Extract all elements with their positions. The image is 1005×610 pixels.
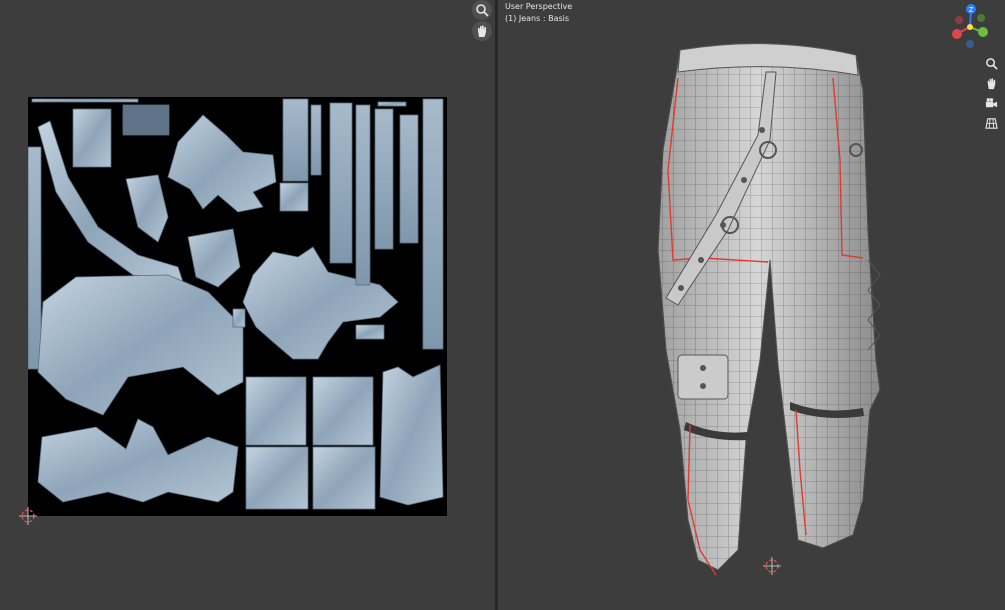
neg-y-axis-handle[interactable]	[977, 14, 985, 22]
uv-island	[232, 308, 246, 328]
z-axis-label: Z	[969, 6, 974, 14]
uv-island	[72, 108, 112, 168]
uv-island	[167, 114, 277, 213]
uv-island	[355, 324, 385, 340]
y-axis-handle[interactable]	[978, 27, 988, 37]
3d-viewport-pane[interactable]: User Perspective (1) Jeans : Basis Z	[498, 0, 1005, 610]
uv-island	[310, 104, 322, 176]
uv-island	[242, 246, 399, 360]
3d-cursor-icon[interactable]	[763, 557, 781, 575]
2d-cursor-icon[interactable]	[19, 507, 37, 525]
uv-island	[379, 364, 444, 506]
neg-x-axis-handle[interactable]	[955, 16, 963, 24]
uv-island	[422, 98, 444, 350]
uv-island	[187, 228, 241, 288]
uv-island	[122, 104, 170, 136]
uv-island	[377, 101, 407, 107]
uv-island	[329, 102, 353, 264]
object-info-label: (1) Jeans : Basis	[505, 14, 570, 23]
uv-island	[282, 98, 309, 182]
uv-island	[245, 376, 307, 446]
view-name-label: User Perspective	[505, 2, 573, 11]
uv-island	[31, 98, 139, 103]
zoom-icon[interactable]	[472, 0, 492, 20]
uv-island	[37, 274, 244, 416]
uv-island	[312, 446, 376, 510]
uv-island	[125, 174, 169, 243]
uv-texture-canvas[interactable]	[28, 97, 447, 516]
pan-hand-icon[interactable]	[982, 74, 1000, 92]
uv-island	[37, 418, 239, 503]
uv-islands	[28, 98, 444, 510]
grid-ortho-icon[interactable]	[982, 114, 1000, 132]
camera-icon[interactable]	[982, 94, 1000, 112]
uv-island	[374, 108, 394, 250]
zoom-icon[interactable]	[982, 54, 1000, 72]
uv-island	[279, 182, 309, 212]
uv-editor-pane[interactable]	[0, 0, 495, 610]
uv-island	[399, 114, 419, 244]
cargo-pocket	[677, 354, 729, 400]
pan-hand-icon[interactable]	[472, 21, 492, 41]
uv-island	[312, 376, 374, 446]
jeans-mesh-model[interactable]	[618, 30, 978, 590]
uv-island	[28, 146, 42, 370]
uv-island	[245, 446, 309, 510]
uv-island	[355, 104, 371, 286]
